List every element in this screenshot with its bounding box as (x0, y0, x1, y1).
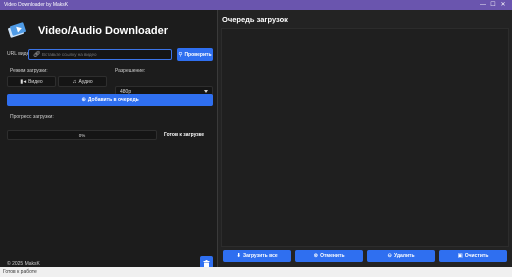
downloader-panel: Video/Audio Downloader URL видео: 🔗︎ Вст… (0, 10, 217, 271)
status-bar: Готов к работе (0, 267, 512, 277)
download-progress-bar: 0% (7, 130, 157, 140)
video-camera-icon: ▮◂ (20, 78, 27, 85)
window-controls: — ☐ ✕ (478, 1, 508, 9)
download-logo-icon (8, 22, 26, 38)
mode-audio-button[interactable]: ♫ Аудио (58, 76, 107, 87)
search-icon: ⚲ (178, 51, 183, 58)
minus-circle-icon: ⊖ (387, 253, 393, 259)
url-placeholder: Вставьте ссылку на видео (42, 52, 97, 57)
check-button-label: Проверить (184, 51, 212, 58)
clear-button[interactable]: ▣ Очистить (439, 250, 507, 262)
download-icon: ⬇ (236, 253, 241, 259)
cancel-button[interactable]: ⊗ Отменить (295, 250, 363, 262)
music-note-icon: ♫ (72, 78, 77, 85)
url-input[interactable]: 🔗︎ Вставьте ссылку на видео (28, 49, 172, 60)
check-button[interactable]: ⚲ Проверить (177, 48, 213, 61)
progress-text: 0% (78, 133, 86, 138)
clear-label: Очистить (464, 253, 489, 259)
resolution-label: Разрешение: (115, 68, 146, 74)
mode-video-button[interactable]: ▮◂ Видео (7, 76, 56, 87)
remove-label: Удалить (394, 253, 415, 259)
chevron-down-icon (204, 90, 208, 93)
app-title: Video/Audio Downloader (38, 25, 168, 37)
status-bar-text: Готов к работе (3, 269, 37, 275)
progress-label: Прогресс загрузки: (10, 114, 54, 120)
queue-list[interactable] (221, 28, 509, 247)
mode-video-label: Видео (28, 78, 43, 85)
remove-button[interactable]: ⊖ Удалить (367, 250, 435, 262)
cancel-circle-icon: ⊗ (313, 253, 319, 259)
close-button[interactable]: ✕ (498, 1, 508, 9)
download-status: Готов к загрузке (164, 132, 205, 138)
mode-audio-label: Аудио (78, 78, 93, 85)
add-to-queue-button[interactable]: ⊕ Добавить в очередь (7, 94, 213, 106)
download-all-label: Загрузить все (242, 253, 278, 259)
add-to-queue-label: Добавить в очередь (87, 97, 139, 103)
minimize-button[interactable]: — (478, 1, 488, 9)
clear-icon: ▣ (457, 253, 463, 259)
plus-circle-icon: ⊕ (81, 97, 86, 103)
maximize-button[interactable]: ☐ (488, 1, 498, 9)
mode-label: Режим загрузки: (10, 68, 48, 74)
cancel-label: Отменить (320, 253, 345, 259)
download-all-button[interactable]: ⬇ Загрузить все (223, 250, 291, 262)
window-titlebar[interactable]: Video Downloader by MaksK — ☐ ✕ (0, 0, 512, 10)
window-title: Video Downloader by MaksK (4, 2, 69, 8)
queue-title: Очередь загрузок (222, 15, 288, 24)
link-icon: 🔗︎ (33, 52, 41, 58)
queue-panel: Очередь загрузок ⬇ Загрузить все ⊗ Отмен… (218, 10, 512, 267)
